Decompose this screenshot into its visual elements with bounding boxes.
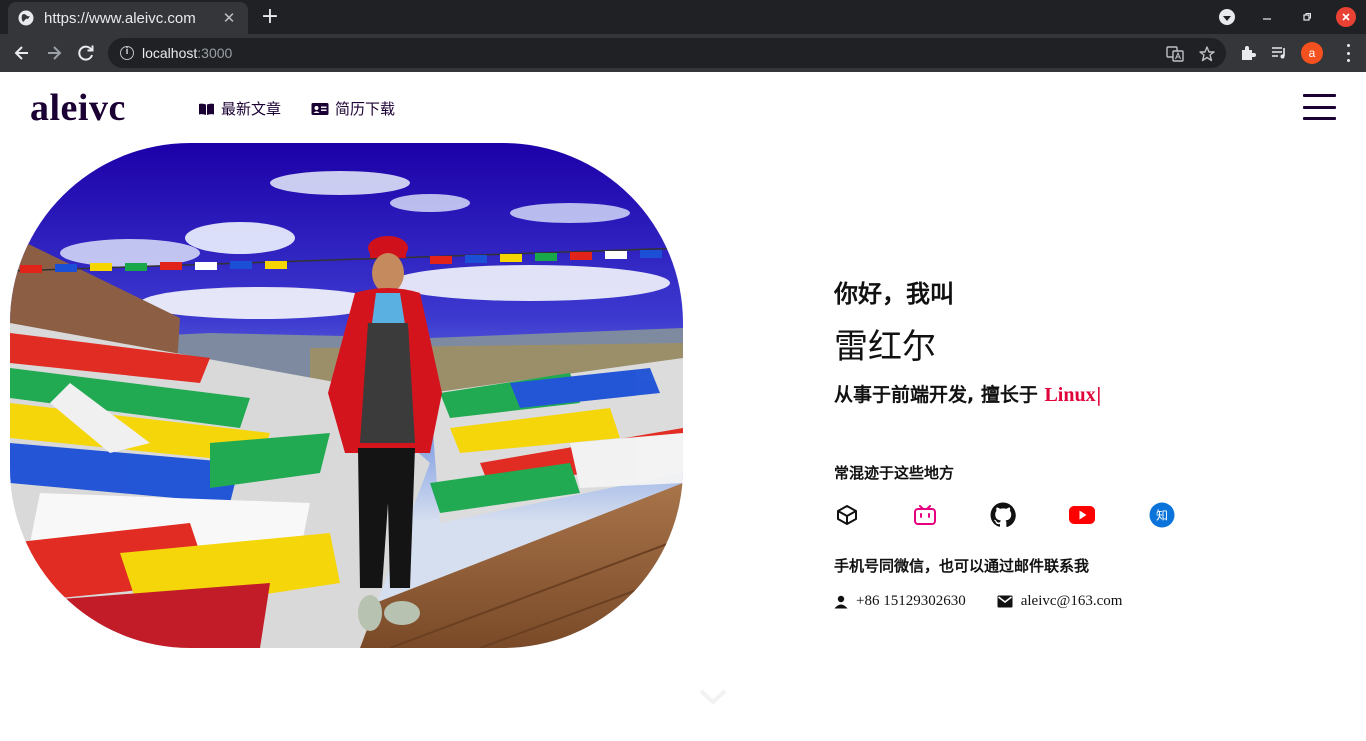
social-links: 知 [834, 502, 1194, 532]
profile-avatar[interactable]: a [1301, 42, 1323, 64]
person-icon [834, 595, 848, 608]
tab-close-icon[interactable]: ✕ [220, 9, 238, 27]
codepen-icon [837, 505, 857, 525]
forward-arrow-icon[interactable] [43, 42, 65, 64]
site-info-icon[interactable]: i [120, 46, 134, 60]
github-icon [990, 502, 1016, 528]
role-line: 从事于前端开发, 擅长于 Linux| [834, 380, 1102, 407]
bookmark-star-icon[interactable] [1198, 45, 1216, 63]
nav-latest-articles[interactable]: 最新文章 [198, 98, 281, 119]
tab-search-button[interactable] [1216, 6, 1238, 28]
restore-icon [1303, 13, 1311, 21]
nav-label: 简历下载 [335, 100, 396, 118]
close-window-button[interactable] [1336, 7, 1356, 27]
bilibili-icon [914, 505, 936, 525]
back-arrow-icon[interactable] [11, 42, 33, 64]
site-header: aleivc 最新文章 简历下载 [0, 72, 1366, 142]
scroll-down-chevron-icon[interactable] [698, 688, 728, 708]
close-icon [1342, 13, 1350, 21]
chevron-down-icon [1219, 9, 1235, 25]
media-control-icon[interactable] [1270, 44, 1288, 62]
zhihu-link[interactable]: 知 [1149, 502, 1175, 528]
minimize-button[interactable] [1256, 6, 1278, 28]
nav-label: 最新文章 [221, 100, 282, 118]
typed-skill: Linux [1044, 384, 1096, 406]
extensions-puzzle-icon[interactable] [1239, 44, 1257, 62]
intro-section: 你好，我叫 雷红尔 从事于前端开发, 擅长于 Linux| 常混迹于这些地方 知… [834, 274, 1175, 609]
url-port: :3000 [197, 45, 233, 61]
contact-info: +86 15129302630 aleivc@163.com [834, 593, 1122, 610]
address-bar[interactable]: i localhost:3000 [108, 38, 1226, 68]
social-section-title: 常混迹于这些地方 [834, 464, 955, 482]
svg-text:知: 知 [1156, 509, 1168, 523]
email-address[interactable]: aleivc@163.com [1021, 593, 1123, 610]
youtube-link[interactable] [1069, 502, 1095, 528]
tab-title: https://www.aleivc.com [44, 9, 196, 27]
typing-cursor: | [1095, 384, 1103, 406]
id-card-icon [311, 102, 329, 115]
url-host: localhost [142, 45, 198, 61]
site-logo[interactable]: aleivc [30, 86, 126, 130]
browser-tab-bar: https://www.aleivc.com ✕ + [0, 0, 1366, 34]
zhihu-icon: 知 [1149, 502, 1175, 528]
bilibili-link[interactable] [912, 502, 938, 528]
github-link[interactable] [990, 502, 1016, 528]
translate-icon[interactable] [1166, 45, 1184, 63]
codepen-link[interactable] [834, 502, 860, 528]
restore-button[interactable] [1296, 6, 1318, 28]
globe-icon [18, 10, 34, 26]
reload-icon[interactable] [75, 42, 97, 64]
travel-photo [10, 143, 683, 648]
minimize-icon [1263, 18, 1271, 20]
author-name: 雷红尔 [834, 327, 936, 367]
greeting: 你好，我叫 [834, 280, 954, 308]
window-controls [1216, 6, 1356, 28]
contact-section-title: 手机号同微信，也可以通过邮件联系我 [834, 557, 1090, 575]
youtube-icon [1069, 506, 1095, 524]
hero-photo [10, 143, 683, 648]
book-open-icon [199, 103, 214, 115]
mail-icon [997, 595, 1013, 608]
browser-tab[interactable]: https://www.aleivc.com ✕ [8, 2, 248, 34]
role-prefix: 从事于前端开发, 擅长于 [834, 384, 1045, 406]
browser-menu-icon[interactable] [1340, 44, 1356, 62]
hamburger-menu-icon[interactable] [1303, 94, 1336, 120]
phone-number[interactable]: +86 15129302630 [856, 593, 966, 610]
nav-resume-download[interactable]: 简历下载 [311, 98, 395, 119]
browser-toolbar: i localhost:3000 a [0, 34, 1366, 72]
new-tab-button[interactable]: + [258, 5, 282, 29]
